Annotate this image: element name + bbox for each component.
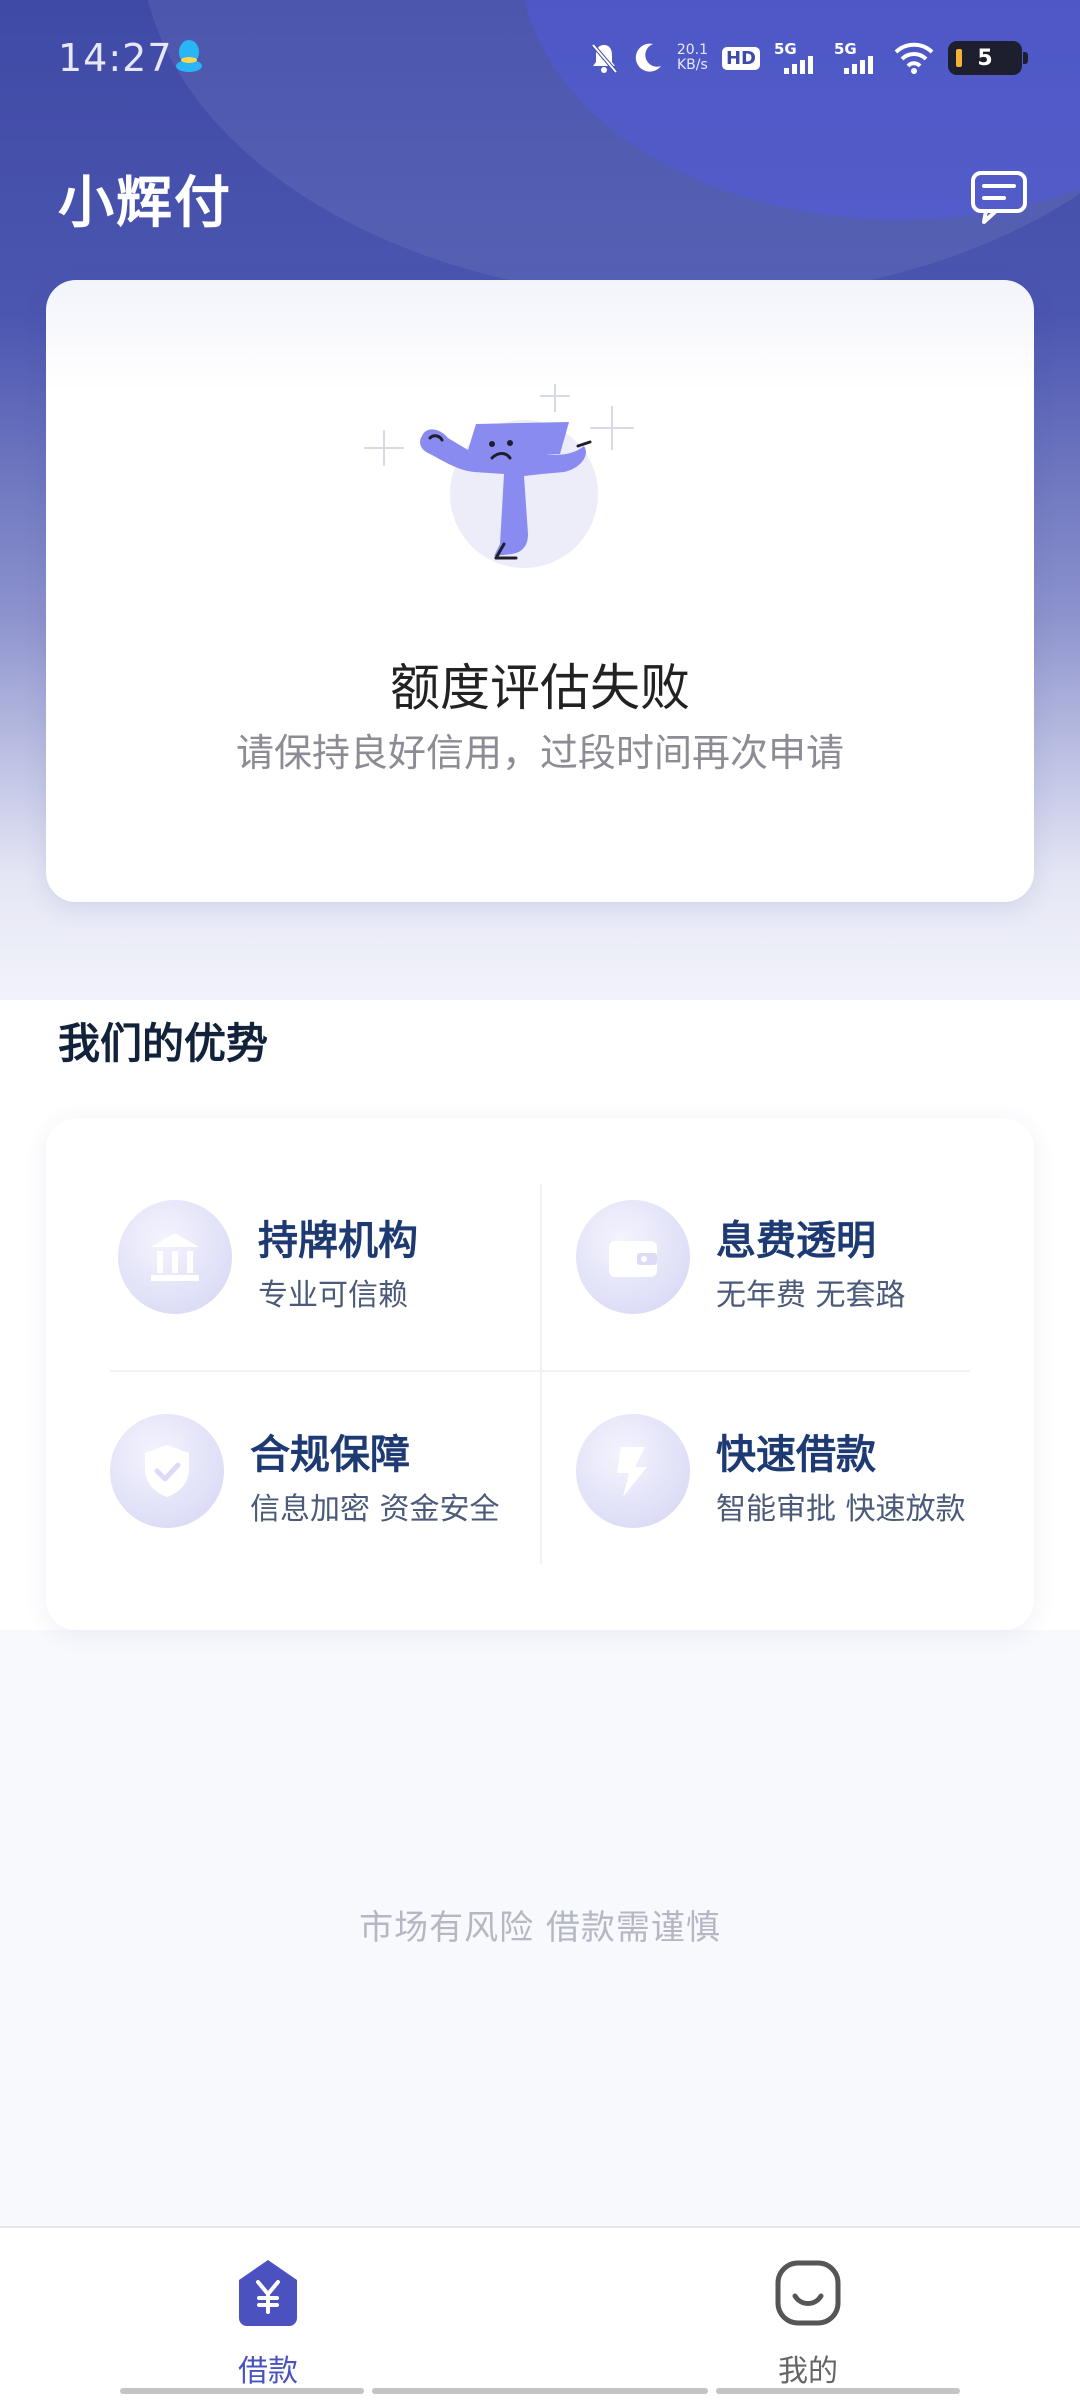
status-icons: 20.1 KB/s HD 5G 5G 5 (589, 36, 1028, 80)
wallet-icon (576, 1200, 690, 1314)
advantages-card: 持牌机构 专业可信赖 息费透明 无年费 无套路 合规保障 信息加密 资金安全 快… (46, 1118, 1034, 1630)
signal-icon: 5G (774, 40, 820, 76)
battery-icon: 5 (948, 41, 1028, 75)
advantage-title: 快速借款 (716, 1432, 876, 1478)
status-time: 14:27 (58, 36, 173, 80)
mute-icon (591, 43, 618, 74)
hd-icon: HD (721, 46, 760, 70)
wifi-icon (894, 42, 934, 74)
advantage-title: 息费透明 (716, 1218, 876, 1264)
moon-icon (635, 43, 661, 72)
signal-icon: 5G (834, 40, 880, 76)
gesture-bar (372, 2388, 708, 2394)
advantage-item-licensed: 持牌机构 专业可信赖 (118, 1186, 578, 1326)
message-icon[interactable] (970, 170, 1028, 226)
network-speed: 20.1 KB/s (676, 42, 708, 73)
failure-illustration (364, 384, 634, 568)
advantage-item-compliance: 合规保障 信息加密 资金安全 (110, 1400, 570, 1540)
nav-item-loan[interactable]: 借款 (168, 2258, 368, 2389)
yuan-icon (239, 2260, 297, 2326)
status-bar: 14:27 20.1 KB/s HD 5G 5G 5 (0, 0, 1080, 116)
divider (110, 1370, 970, 1372)
qq-icon (176, 40, 202, 72)
shield-icon (110, 1414, 224, 1528)
advantage-desc: 无年费 无套路 (716, 1278, 906, 1313)
advantage-item-transparent-fees: 息费透明 无年费 无套路 (576, 1186, 1036, 1326)
nav-label: 我的 (778, 2354, 838, 2389)
risk-notice: 市场有风险 借款需谨慎 (359, 1908, 721, 1948)
credit-status-card: 额度评估失败 请保持良好信用，过段时间再次申请 (46, 280, 1034, 902)
gesture-bar (120, 2388, 364, 2394)
advantage-title: 合规保障 (250, 1432, 410, 1478)
advantage-desc: 专业可信赖 (258, 1278, 408, 1313)
nav-label: 借款 (238, 2354, 298, 2389)
advantage-desc: 信息加密 资金安全 (250, 1492, 500, 1527)
nav-item-mine[interactable]: 我的 (708, 2258, 908, 2389)
bank-icon (118, 1200, 232, 1314)
advantage-item-fast-loan: 快速借款 智能审批 快速放款 (576, 1400, 1036, 1540)
bottom-nav: 借款 我的 (0, 2226, 1080, 2402)
advantage-desc: 智能审批 快速放款 (716, 1492, 966, 1527)
smile-icon (775, 2260, 841, 2326)
status-title: 额度评估失败 (390, 659, 690, 717)
gesture-bar (716, 2388, 960, 2394)
status-subtitle: 请保持良好信用，过段时间再次申请 (235, 731, 844, 775)
advantages-section-title: 我们的优势 (58, 1019, 269, 1068)
advantage-title: 持牌机构 (258, 1218, 418, 1264)
app-title: 小辉付 (58, 171, 232, 236)
lightning-icon (576, 1414, 690, 1528)
